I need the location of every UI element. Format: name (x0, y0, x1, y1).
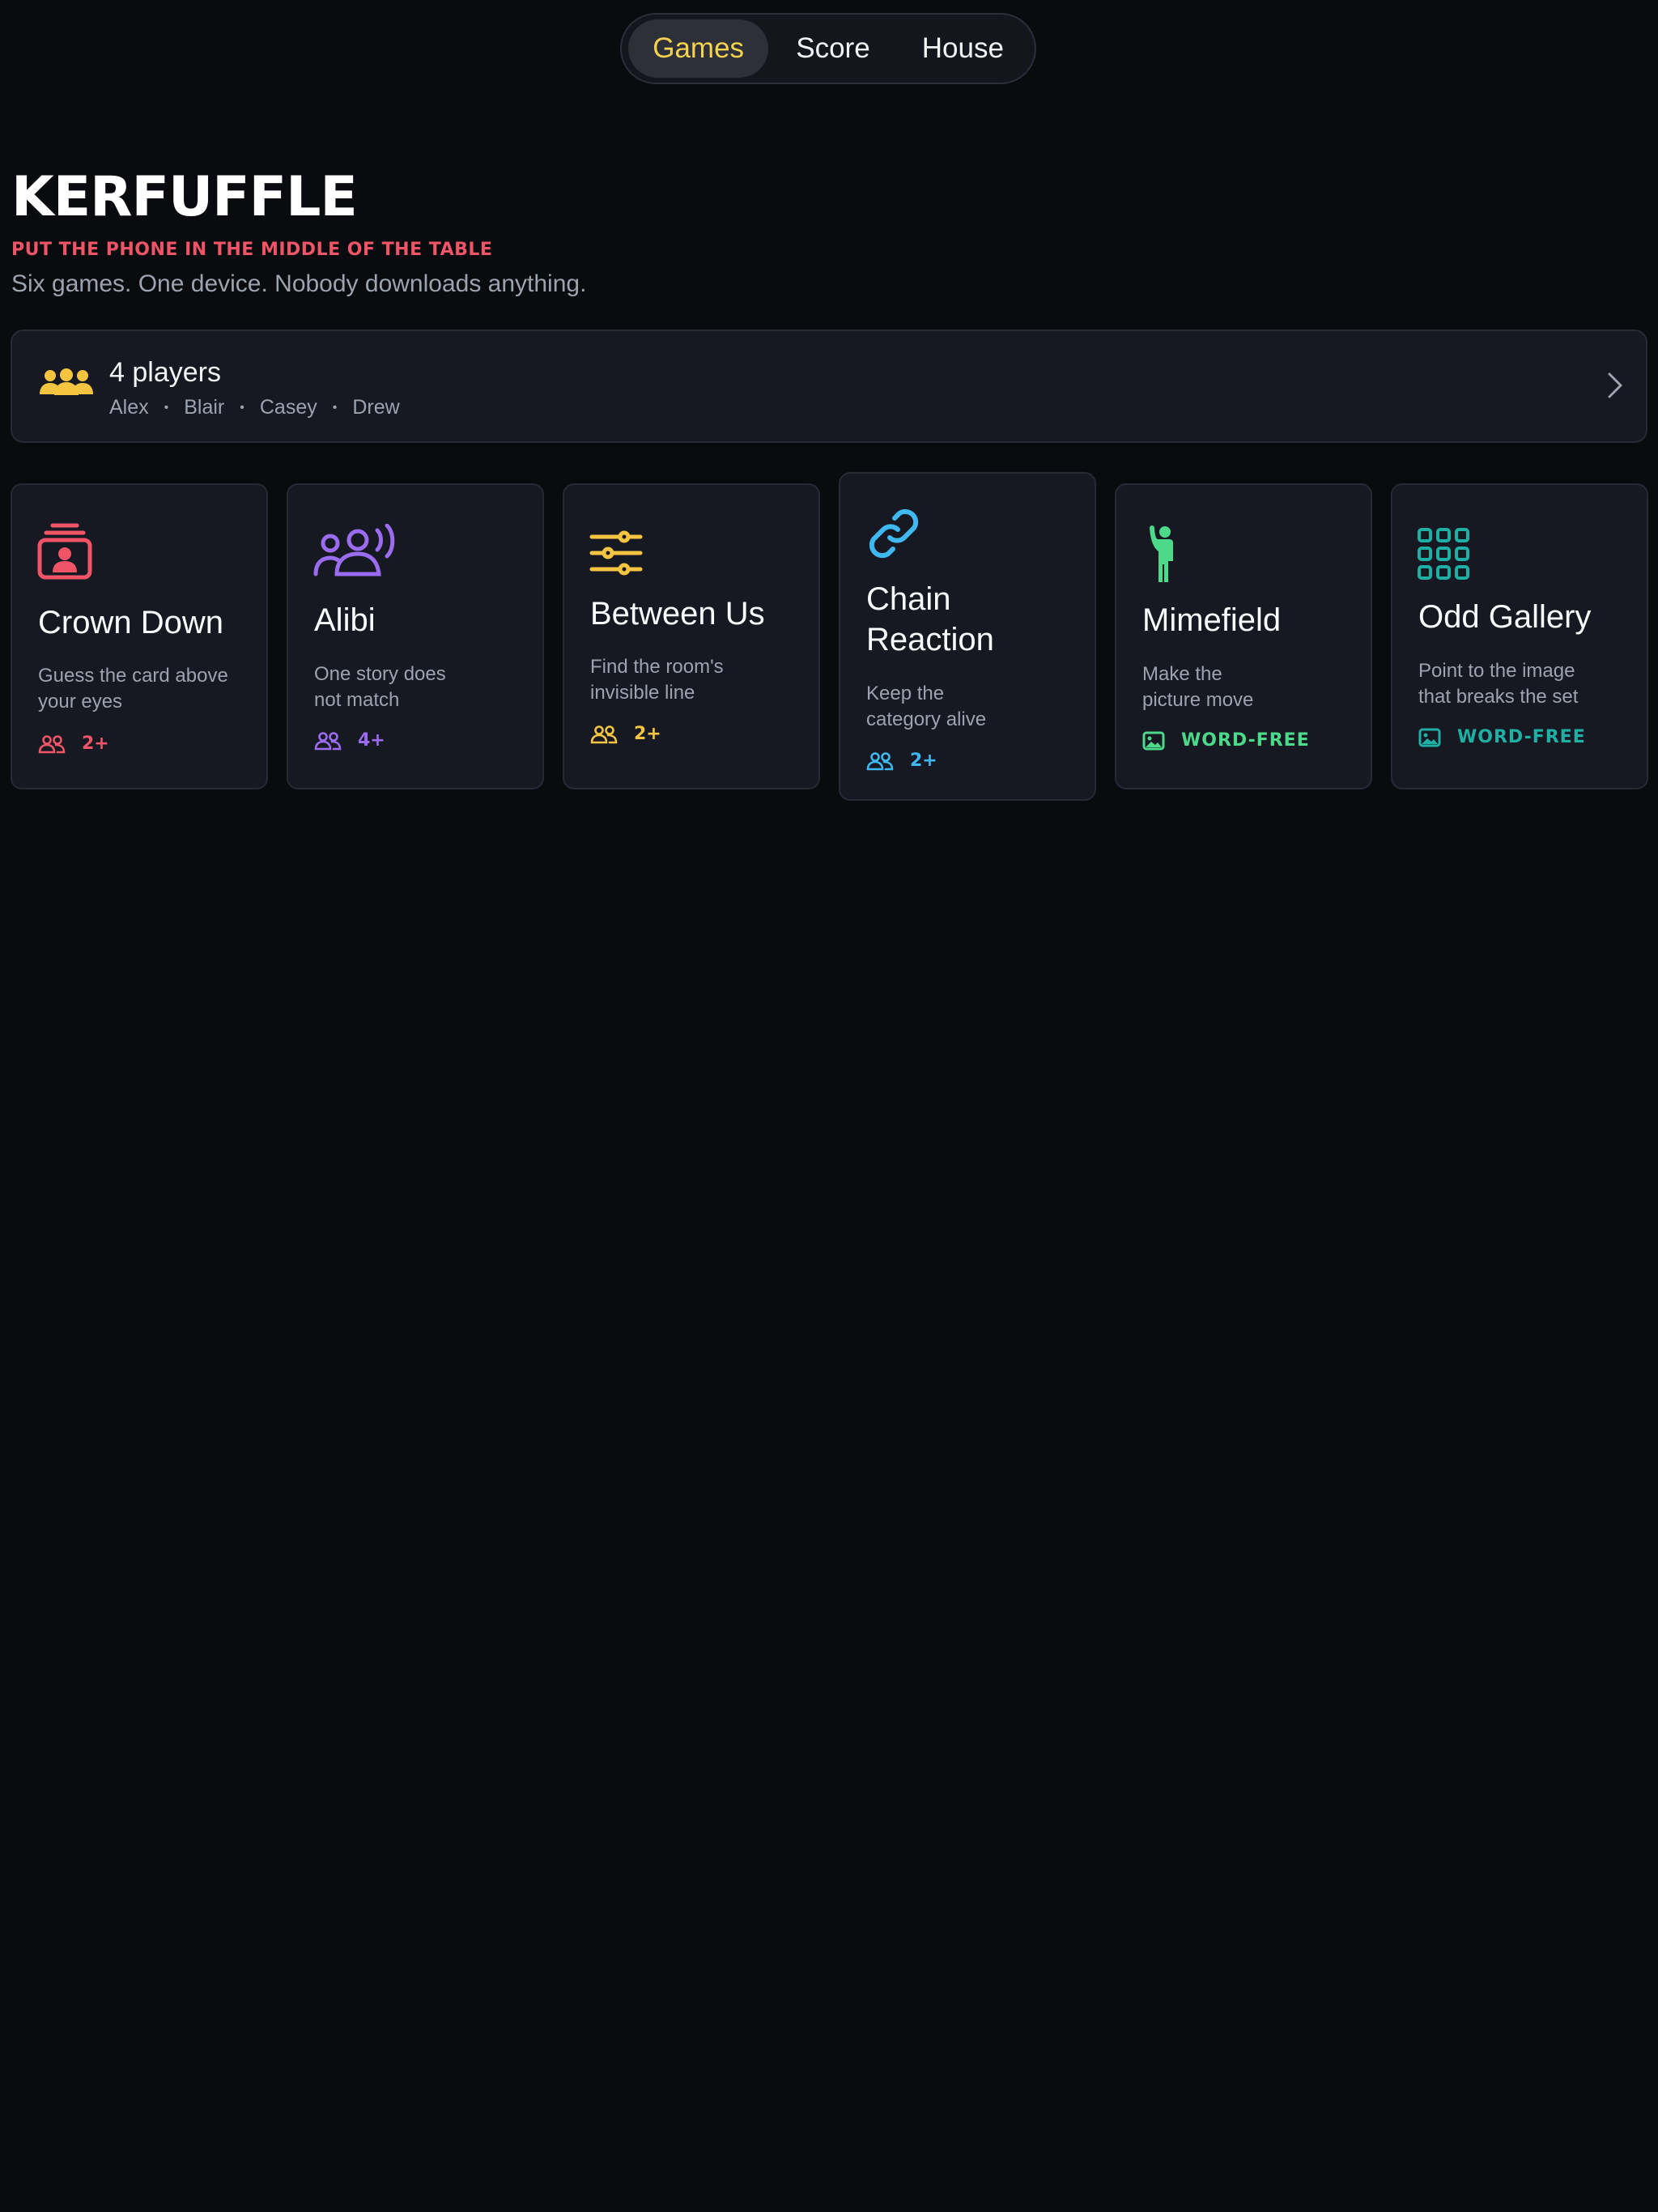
player-count-badge: 2+ (38, 734, 109, 754)
players-icon (590, 725, 618, 743)
game-title: Odd Gallery (1418, 599, 1592, 635)
game-title: Alibi (314, 602, 376, 638)
game-title: Between Us (590, 596, 765, 632)
game-description: Keep the category alive (866, 683, 987, 730)
name-separator: • (240, 400, 244, 415)
player-count-badge: 2+ (590, 724, 661, 744)
players-card[interactable]: 4 players Alex • Blair • Casey • Drew (11, 330, 1647, 443)
player-name: Alex (109, 396, 149, 419)
player-count: 4+ (358, 730, 385, 751)
group-icon (40, 368, 93, 402)
player-count-badge: 4+ (314, 730, 385, 751)
games-screen: Games Score House KERFUFFLE PUT THE PHON… (0, 0, 1658, 2212)
player-name: Drew (352, 396, 400, 419)
game-card-mimefield[interactable]: Mimefield Make the picture move WORD-FRE… (1115, 483, 1372, 789)
player-count: 2+ (910, 751, 937, 771)
game-card-between-us[interactable]: Between Us Find the room's invisible lin… (563, 483, 820, 789)
player-count: 2+ (634, 724, 661, 744)
players-icon (314, 731, 342, 750)
game-description: Guess the card above your eyes (38, 665, 228, 713)
link-icon (865, 504, 923, 567)
segmented-nav: Games Score House (620, 13, 1036, 84)
player-name: Casey (259, 396, 317, 419)
word-free-badge: WORD-FREE (1142, 730, 1310, 751)
game-card-chain-reaction[interactable]: Chain Reaction Keep the category alive 2… (839, 472, 1096, 801)
player-names: Alex • Blair • Casey • Drew (109, 396, 400, 419)
speaking-people-icon (312, 523, 398, 581)
game-card-crown-down[interactable]: Crown Down Guess the card above your eye… (11, 483, 268, 789)
game-description: Point to the image that breaks the set (1418, 660, 1579, 708)
contact-card-icon (36, 522, 93, 585)
game-description: Find the room's invisible line (590, 656, 724, 704)
tagline: PUT THE PHONE IN THE MIDDLE OF THE TABLE (11, 240, 493, 260)
players-icon (866, 751, 894, 770)
game-title: Chain Reaction (866, 581, 994, 657)
tab-house[interactable]: House (898, 19, 1028, 78)
game-card-odd-gallery[interactable]: Odd Gallery Point to the image that brea… (1391, 483, 1648, 789)
sliders-icon (589, 530, 644, 580)
player-count: 2+ (82, 734, 109, 754)
app-title: KERFUFFLE (11, 165, 358, 229)
word-free-label: WORD-FREE (1457, 727, 1586, 747)
tab-games[interactable]: Games (628, 19, 769, 78)
game-description: Make the picture move (1142, 663, 1254, 711)
subtitle: Six games. One device. Nobody downloads … (11, 270, 587, 297)
name-separator: • (332, 400, 338, 415)
grid-icon (1417, 527, 1470, 585)
players-count: 4 players (109, 357, 221, 388)
player-count-badge: 2+ (866, 751, 937, 771)
game-title: Crown Down (38, 605, 223, 640)
word-free-badge: WORD-FREE (1418, 727, 1586, 747)
image-icon (1418, 728, 1441, 747)
mime-figure-icon (1141, 524, 1181, 588)
image-icon (1142, 731, 1165, 750)
player-name: Blair (184, 396, 225, 419)
name-separator: • (164, 400, 169, 415)
chevron-right-icon (1607, 372, 1623, 403)
game-card-alibi[interactable]: Alibi One story does not match 4+ (287, 483, 544, 789)
tab-score[interactable]: Score (768, 19, 897, 78)
game-description: One story does not match (314, 663, 446, 711)
word-free-label: WORD-FREE (1181, 730, 1310, 751)
players-icon (38, 734, 66, 753)
game-title: Mimefield (1142, 602, 1282, 638)
